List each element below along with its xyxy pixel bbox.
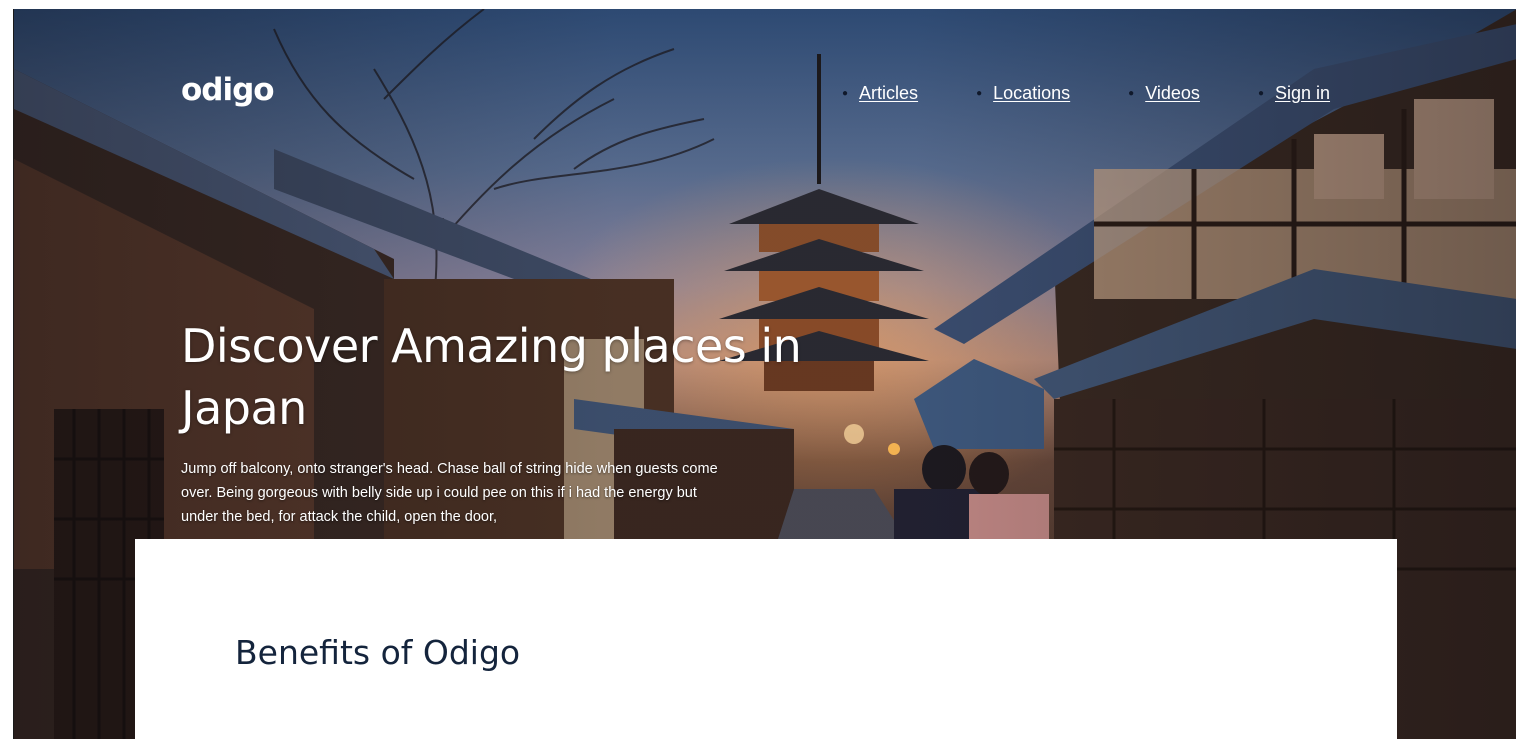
nav-item-videos: ● Videos [1128,83,1200,104]
main-nav: ● Articles ● Locations ● Videos ● Sign i… [842,83,1330,104]
benefits-section: Benefits of Odigo [135,539,1397,739]
hero-title: Discover Amazing places in Japan [181,319,802,435]
bullet-icon: ● [1128,88,1135,99]
bullet-icon: ● [842,88,849,99]
page-frame: odigo ● Articles ● Locations ● Videos ● … [13,9,1516,739]
nav-item-articles: ● Articles [842,83,918,104]
hero-description: Jump off balcony, onto stranger's head. … [181,461,718,525]
bullet-icon: ● [976,88,983,99]
nav-link-locations[interactable]: Locations [993,83,1070,104]
nav-link-articles[interactable]: Articles [859,83,918,104]
brand-logo[interactable]: odigo [181,75,275,106]
nav-item-locations: ● Locations [976,83,1070,104]
nav-link-sign-in[interactable]: Sign in [1275,83,1330,104]
page-edge [1516,0,1528,739]
nav-item-sign-in: ● Sign in [1258,83,1330,104]
bullet-icon: ● [1257,88,1264,99]
nav-link-videos[interactable]: Videos [1145,83,1200,104]
section-heading: Benefits of Odigo [235,633,521,672]
